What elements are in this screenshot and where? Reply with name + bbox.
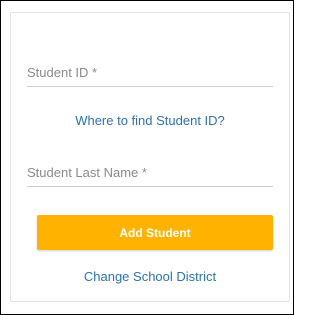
change-school-district-link[interactable]: Change School District <box>10 269 290 284</box>
student-id-input[interactable] <box>27 65 273 86</box>
student-last-name-field <box>27 164 273 187</box>
student-id-field <box>27 64 273 87</box>
add-student-button[interactable]: Add Student <box>37 215 273 250</box>
add-student-card <box>10 12 290 302</box>
find-student-id-link[interactable]: Where to find Student ID? <box>10 113 290 128</box>
clipped-header-remnant <box>2 0 292 5</box>
student-last-name-input[interactable] <box>27 165 273 186</box>
